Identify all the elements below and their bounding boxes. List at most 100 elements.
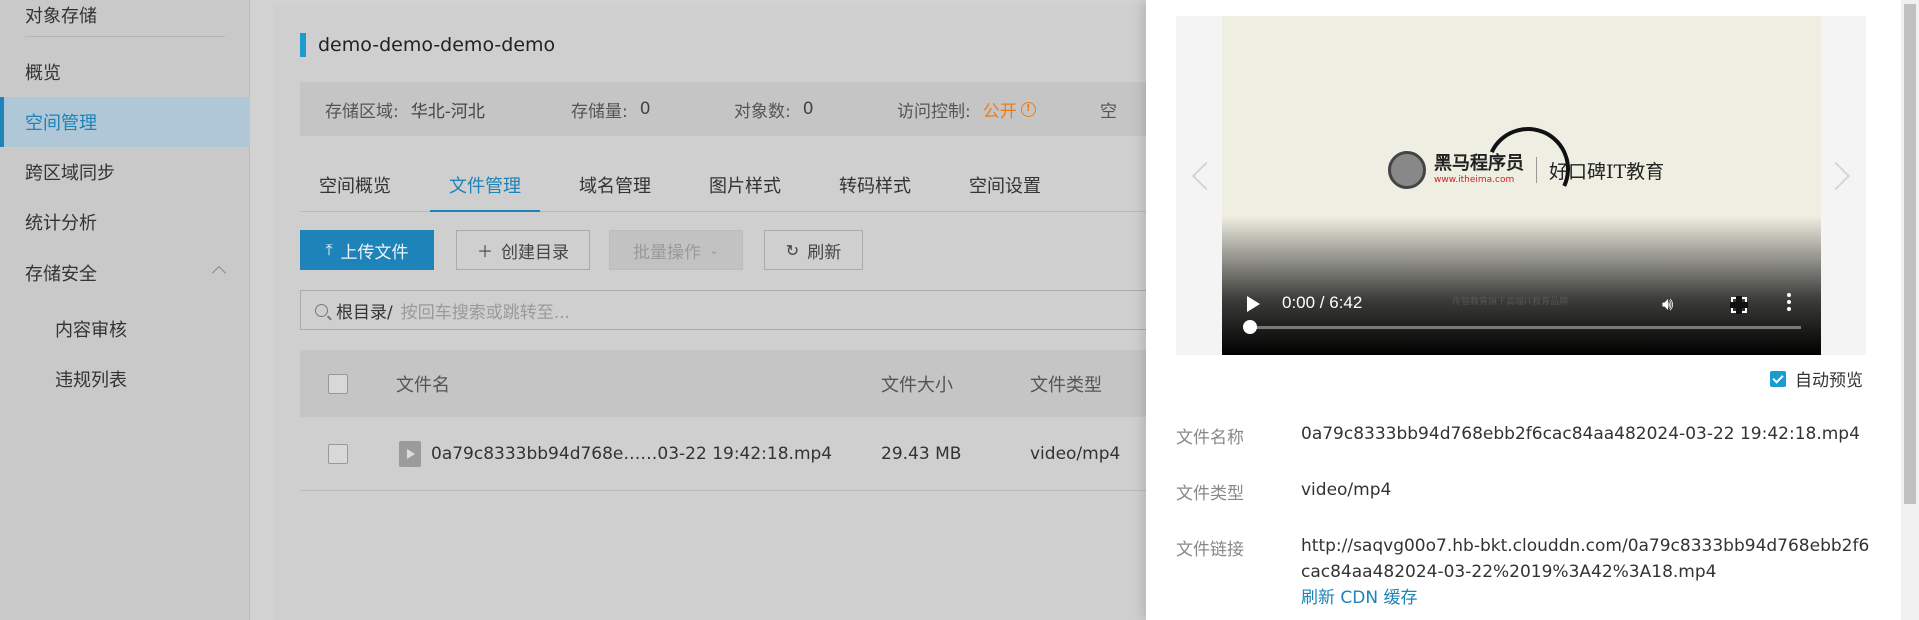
chevron-down-icon: ⌄ xyxy=(708,243,720,257)
plus-icon: ＋ xyxy=(476,242,493,261)
video-progress-knob[interactable] xyxy=(1243,320,1257,334)
create-folder-button-label: 创建目录 xyxy=(501,242,569,263)
file-type-label: 文件类型 xyxy=(1176,484,1244,504)
brand-name: 黑马程序员 xyxy=(1434,153,1524,174)
file-type: video/mp4 xyxy=(1030,443,1121,464)
file-detail-drawer: 黑马程序员 www.itheima.com 好口碑IT教育 传智教育旗下高端IT… xyxy=(1146,0,1919,620)
info-region-value: 华北-河北 xyxy=(410,101,485,122)
drawer-scrollbar[interactable] xyxy=(1901,0,1919,620)
upload-button[interactable]: ⤒ 上传文件 xyxy=(300,230,434,270)
file-link-value[interactable]: http://saqvg00o7.hb-bkt.clouddn.com/0a79… xyxy=(1301,536,1869,582)
info-storage-label: 存储量: xyxy=(571,101,628,122)
sidebar-item-label: 存储安全 xyxy=(25,264,97,285)
sidebar-item-content-review[interactable]: 内容审核 xyxy=(0,304,250,354)
sidebar-item-violation-list[interactable]: 违规列表 xyxy=(0,354,250,404)
sidebar-title-label: 对象存储 xyxy=(25,6,97,27)
file-link-label: 文件链接 xyxy=(1176,540,1244,560)
search-root-path: 根目录/ xyxy=(336,302,393,323)
column-header-type[interactable]: 文件类型 xyxy=(1030,350,1102,417)
tab-transcode-style[interactable]: 转码样式 xyxy=(820,163,930,212)
info-access: 访问控制: 公开 ! xyxy=(897,82,1036,136)
tab-domain-management[interactable]: 域名管理 xyxy=(560,163,670,212)
sidebar-item-statistics[interactable]: 统计分析 xyxy=(0,197,250,247)
info-storage-value: 0 xyxy=(639,99,651,119)
chevron-left-icon[interactable] xyxy=(1191,161,1221,191)
video-progress-track[interactable] xyxy=(1249,326,1801,329)
tab-image-style[interactable]: 图片样式 xyxy=(690,163,800,212)
sidebar-item-label: 概览 xyxy=(25,63,61,84)
bucket-info-bar: 存储区域: 华北-河北 存储量: 0 对象数: 0 访问控制: 公开 ! 空 xyxy=(300,82,1275,136)
auto-preview-toggle[interactable]: 自动预览 xyxy=(1770,366,1863,391)
preview-carousel: 黑马程序员 www.itheima.com 好口碑IT教育 传智教育旗下高端IT… xyxy=(1176,16,1866,355)
info-access-value: 公开 xyxy=(982,101,1017,122)
search-bar[interactable]: 根目录/ 按回车搜索或跳转至... xyxy=(300,290,1275,330)
info-extra: 空 xyxy=(1100,82,1117,136)
bucket-name: demo-demo-demo-demo xyxy=(318,34,556,56)
video-time: 0:00 / 6:42 xyxy=(1282,293,1363,312)
auto-preview-checkbox[interactable] xyxy=(1770,370,1786,387)
file-name-cell[interactable]: 0a79c8333bb94d768e……03-22 19:42:18.mp4 xyxy=(399,417,832,490)
title-accent-bar xyxy=(300,33,306,57)
upload-button-label: 上传文件 xyxy=(340,242,409,263)
column-header-size[interactable]: 文件大小 xyxy=(881,350,953,417)
info-objects: 对象数: 0 xyxy=(734,82,814,136)
horse-logo-icon xyxy=(1388,151,1426,189)
sidebar-title: 对象存储 xyxy=(0,0,250,40)
sidebar-item-label: 跨区域同步 xyxy=(25,163,115,184)
file-name[interactable]: 0a79c8333bb94d768e……03-22 19:42:18.mp4 xyxy=(431,444,832,464)
sidebar-item-label: 统计分析 xyxy=(25,213,97,234)
file-name-value: 0a79c8333bb94d768ebb2f6cac84aa482024-03-… xyxy=(1301,424,1860,444)
tab-file-management[interactable]: 文件管理 xyxy=(430,163,540,212)
sidebar-item-label: 空间管理 xyxy=(25,113,97,134)
info-objects-label: 对象数: xyxy=(734,101,791,122)
search-input[interactable]: 按回车搜索或跳转至... xyxy=(401,298,570,323)
auto-preview-label: 自动预览 xyxy=(1795,371,1863,391)
upload-icon: ⤒ xyxy=(325,240,333,259)
refresh-button[interactable]: ↻ 刷新 xyxy=(764,230,863,270)
sidebar-item-label: 内容审核 xyxy=(55,320,127,341)
sidebar-item-bucket-management[interactable]: 空间管理 xyxy=(0,97,250,147)
brand-url: www.itheima.com xyxy=(1434,175,1515,185)
select-all-checkbox[interactable] xyxy=(328,373,348,394)
sidebar-divider xyxy=(25,36,225,37)
play-icon[interactable] xyxy=(1247,296,1260,312)
info-region: 存储区域: 华北-河北 xyxy=(325,82,485,136)
row-checkbox[interactable] xyxy=(328,443,348,464)
brand-block: 黑马程序员 www.itheima.com xyxy=(1434,153,1524,186)
column-header-name[interactable]: 文件名 xyxy=(396,350,450,417)
info-extra-label: 空 xyxy=(1100,101,1117,122)
video-player[interactable]: 黑马程序员 www.itheima.com 好口碑IT教育 传智教育旗下高端IT… xyxy=(1222,16,1821,355)
sidebar: 对象存储 概览 空间管理 跨区域同步 统计分析 存储安全 内容审核 违规列表 xyxy=(0,0,250,620)
fullscreen-icon[interactable] xyxy=(1730,296,1748,314)
main-panel: demo-demo-demo-demo 存储区域: 华北-河北 存储量: 0 对… xyxy=(275,5,1275,620)
more-options-icon[interactable] xyxy=(1787,293,1791,311)
brand-slogan: 好口碑IT教育 xyxy=(1549,160,1665,183)
info-region-label: 存储区域: xyxy=(325,101,399,122)
tab-overview[interactable]: 空间概览 xyxy=(300,163,410,212)
chevron-right-icon[interactable] xyxy=(1821,161,1851,191)
video-logo: 黑马程序员 www.itheima.com 好口碑IT教育 xyxy=(1388,151,1664,189)
refresh-button-label: 刷新 xyxy=(807,242,842,263)
tab-bucket-settings[interactable]: 空间设置 xyxy=(950,163,1060,212)
info-storage: 存储量: 0 xyxy=(571,82,651,136)
file-type-value: video/mp4 xyxy=(1301,480,1392,500)
video-file-icon xyxy=(399,440,421,467)
video-controls: 0:00 / 6:42 🔊︎ xyxy=(1222,284,1821,324)
sidebar-item-overview[interactable]: 概览 xyxy=(0,47,250,97)
search-icon xyxy=(315,303,328,317)
volume-icon[interactable]: 🔊︎ xyxy=(1662,294,1673,315)
warning-icon[interactable]: ! xyxy=(1020,101,1036,117)
table-header: 文件名 文件大小 文件类型 xyxy=(300,350,1275,417)
sidebar-item-storage-security[interactable]: 存储安全 xyxy=(0,248,250,298)
table-row[interactable]: 0a79c8333bb94d768e……03-22 19:42:18.mp4 2… xyxy=(300,417,1275,491)
page-title: demo-demo-demo-demo xyxy=(300,33,555,57)
scrollbar-thumb[interactable] xyxy=(1904,4,1916,504)
tab-bar: 空间概览 文件管理 域名管理 图片样式 转码样式 空间设置 xyxy=(300,163,1275,212)
batch-actions-button[interactable]: 批量操作 ⌄ xyxy=(609,230,743,270)
file-link-block: http://saqvg00o7.hb-bkt.clouddn.com/0a79… xyxy=(1301,533,1871,611)
create-folder-button[interactable]: ＋ 创建目录 xyxy=(456,230,590,270)
refresh-icon: ↻ xyxy=(785,240,800,260)
file-size: 29.43 MB xyxy=(881,443,962,464)
sidebar-item-cross-region-sync[interactable]: 跨区域同步 xyxy=(0,147,250,197)
refresh-cdn-link[interactable]: 刷新 CDN 缓存 xyxy=(1301,585,1871,611)
